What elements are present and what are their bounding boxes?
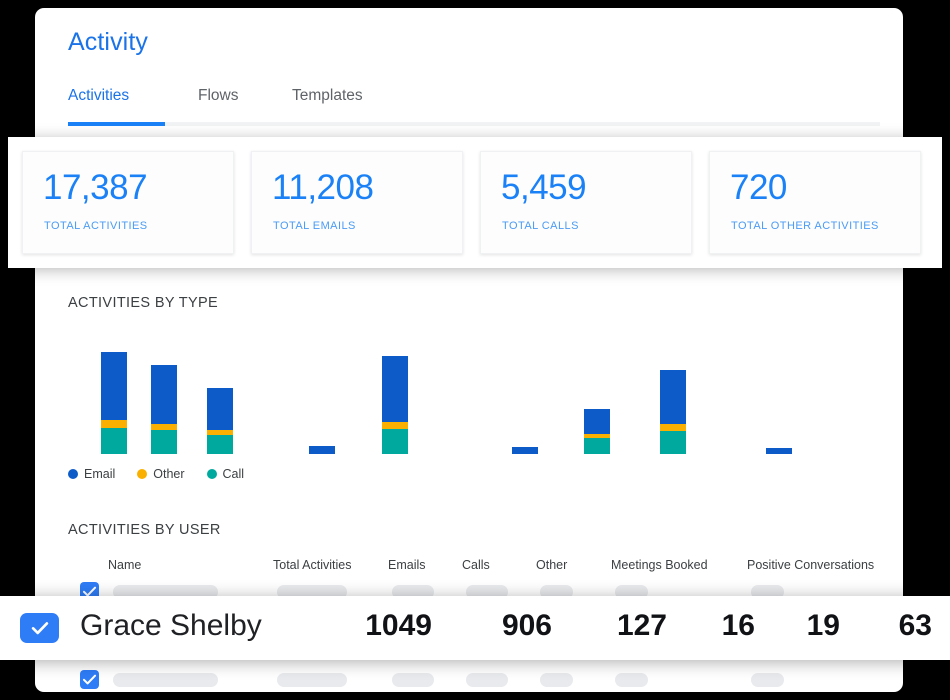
cell-placeholder (751, 673, 784, 687)
chart-bar[interactable] (151, 365, 177, 454)
chart-bar[interactable] (101, 352, 127, 454)
cell-placeholder (466, 673, 508, 687)
kpi-label: TOTAL CALLS (502, 220, 579, 232)
cell-placeholder (113, 673, 218, 687)
legend-dot-other-icon (137, 469, 148, 479)
kpi-value: 17,387 (43, 168, 148, 207)
activity-panel: Activity Activities Flows Templates ACTI… (35, 8, 903, 692)
screenshot-root: Activity Activities Flows Templates ACTI… (0, 0, 950, 700)
row-checkbox-checked[interactable] (20, 613, 59, 643)
page-title: Activity (68, 28, 148, 56)
row-checkbox-checked[interactable] (80, 670, 99, 689)
row-metric-value: 1049 (365, 609, 432, 642)
row-metric-value: 127 (616, 609, 667, 642)
bar-segment-email (151, 365, 177, 424)
bar-segment-email (382, 356, 408, 422)
section-title-activities-by-user: ACTIVITIES BY USER (68, 522, 221, 538)
cell-placeholder (615, 673, 648, 687)
tab-rule (68, 122, 880, 126)
kpi-card[interactable]: 17,387 TOTAL ACTIVITIES (22, 151, 234, 254)
bar-segment-call (151, 430, 177, 454)
chart-bar[interactable] (766, 448, 792, 454)
table-header-row: Name Total Activities Emails Calls Other… (68, 558, 880, 578)
kpi-value: 5,459 (501, 168, 587, 207)
legend-item-other[interactable]: Other (137, 467, 185, 481)
legend-dot-email-icon (68, 469, 78, 479)
kpi-card[interactable]: 5,459 TOTAL CALLS (480, 151, 692, 254)
selected-user-row-band[interactable]: Grace Shelby 1049 906 127 16 19 63 (0, 596, 950, 660)
legend-label-other: Other (153, 467, 185, 481)
bar-segment-other (101, 420, 127, 428)
legend-item-email[interactable]: Email (68, 467, 115, 481)
kpi-card[interactable]: 720 TOTAL OTHER ACTIVITIES (709, 151, 921, 254)
column-header-emails[interactable]: Emails (388, 558, 426, 572)
bar-segment-call (207, 435, 233, 454)
chart-bar[interactable] (382, 356, 408, 454)
row-user-name: Grace Shelby (80, 609, 262, 642)
row-metric-value: 19 (806, 609, 840, 642)
tab-flows[interactable]: Flows (198, 87, 238, 105)
tab-bar: Activities Flows Templates (68, 82, 880, 130)
chart-bar[interactable] (660, 370, 686, 454)
bar-segment-call (584, 438, 610, 454)
column-header-other[interactable]: Other (536, 558, 567, 572)
chart-legend: Email Other Call (68, 466, 244, 482)
bar-segment-email (207, 388, 233, 430)
chart-bar[interactable] (207, 388, 233, 454)
bar-segment-email (512, 447, 538, 454)
column-header-name[interactable]: Name (108, 558, 141, 572)
bar-segment-email (101, 352, 127, 420)
bar-segment-email (309, 446, 335, 454)
kpi-value: 11,208 (272, 168, 374, 207)
chart-bar[interactable] (512, 447, 538, 454)
bar-segment-email (660, 370, 686, 424)
column-header-positive-conversations[interactable]: Positive Conversations (747, 558, 874, 572)
row-metric-value: 906 (501, 609, 552, 642)
activities-by-type-chart (68, 328, 880, 454)
cell-placeholder (540, 673, 573, 687)
legend-label-email: Email (84, 467, 116, 481)
column-header-meetings-booked[interactable]: Meetings Booked (611, 558, 708, 572)
bar-segment-other (382, 422, 408, 429)
legend-dot-call-icon (206, 469, 217, 479)
kpi-label: TOTAL EMAILS (273, 220, 356, 232)
row-metric-value: 16 (721, 609, 755, 642)
kpi-label: TOTAL OTHER ACTIVITIES (731, 220, 879, 232)
legend-label-call: Call (222, 467, 245, 481)
bar-segment-call (101, 428, 127, 454)
bar-segment-call (660, 431, 686, 454)
cell-placeholder (392, 673, 434, 687)
column-header-total-activities[interactable]: Total Activities (273, 558, 352, 572)
kpi-label: TOTAL ACTIVITIES (44, 220, 148, 232)
kpi-summary-band: 17,387 TOTAL ACTIVITIES 11,208 TOTAL EMAILS… (8, 137, 942, 268)
chart-bar[interactable] (584, 409, 610, 454)
bar-segment-email (766, 448, 792, 454)
tab-activities[interactable]: Activities (68, 87, 129, 105)
tab-templates[interactable]: Templates (292, 87, 363, 105)
row-metric-value: 63 (898, 609, 932, 642)
chart-bar[interactable] (309, 446, 335, 454)
kpi-card[interactable]: 11,208 TOTAL EMAILS (251, 151, 463, 254)
bar-segment-other (660, 424, 686, 431)
active-tab-underline (68, 122, 165, 126)
column-header-calls[interactable]: Calls (462, 558, 490, 572)
legend-item-call[interactable]: Call (206, 467, 245, 481)
kpi-value: 720 (730, 168, 787, 207)
table-row[interactable] (68, 668, 880, 692)
section-title-activities-by-type: ACTIVITIES BY TYPE (68, 295, 219, 311)
bar-segment-call (382, 429, 408, 454)
bar-segment-email (584, 409, 610, 434)
cell-placeholder (277, 673, 347, 687)
